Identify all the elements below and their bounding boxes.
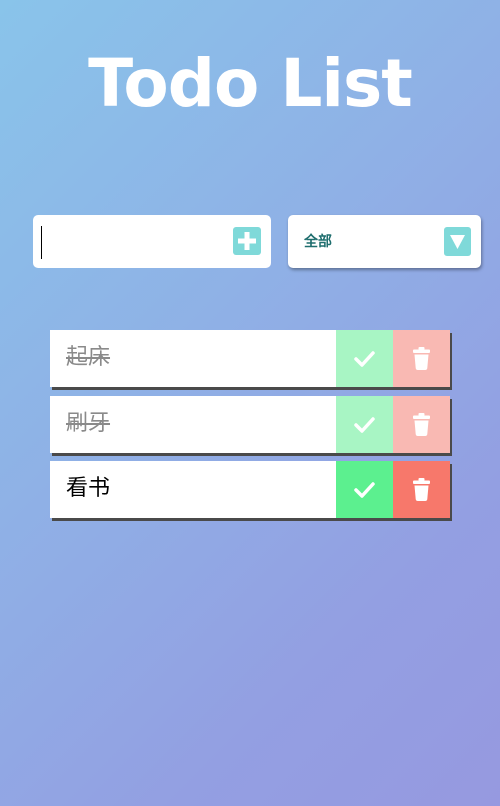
trash-icon — [413, 347, 430, 370]
check-icon — [354, 351, 375, 367]
complete-button[interactable] — [336, 396, 393, 453]
triangle-down-icon — [450, 235, 465, 249]
complete-button[interactable] — [336, 461, 393, 518]
todo-input[interactable] — [43, 225, 223, 258]
todo-item: 看书 — [50, 461, 450, 518]
plus-icon — [238, 232, 256, 250]
delete-button[interactable] — [393, 396, 450, 453]
delete-button[interactable] — [393, 330, 450, 387]
trash-icon — [413, 478, 430, 501]
todo-text: 起床 — [66, 345, 111, 370]
trash-icon — [413, 413, 430, 436]
todo-text: 刷牙 — [66, 411, 111, 436]
add-todo-button[interactable] — [233, 227, 261, 255]
filter-selected-value: 全部 — [304, 234, 332, 250]
todo-text: 看书 — [66, 476, 111, 501]
delete-button[interactable] — [393, 461, 450, 518]
check-icon — [354, 482, 375, 498]
filter-select[interactable]: 全部 — [288, 215, 481, 268]
complete-button[interactable] — [336, 330, 393, 387]
filter-dropdown-button[interactable] — [444, 227, 471, 256]
page-title: Todo List — [88, 45, 413, 122]
check-icon — [354, 417, 375, 433]
todo-item: 刷牙 — [50, 396, 450, 453]
todo-input-container — [33, 215, 271, 268]
todo-item: 起床 — [50, 330, 450, 387]
text-caret — [41, 226, 42, 259]
